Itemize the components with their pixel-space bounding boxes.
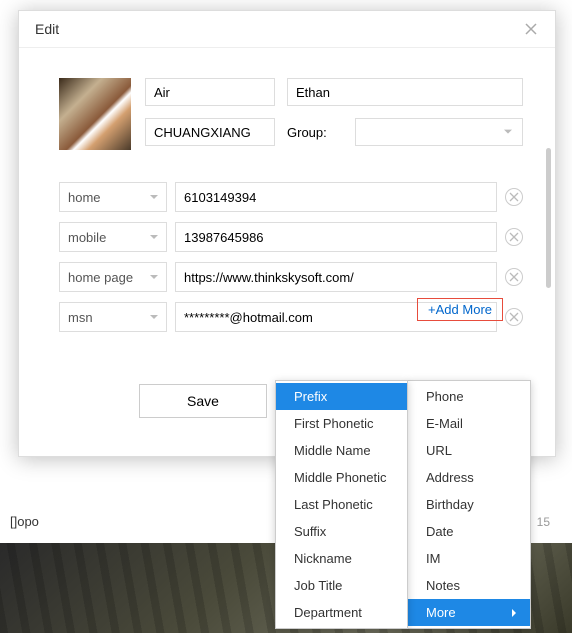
menu-item-prefix[interactable]: Prefix [276,383,407,410]
menu-item-middle-name[interactable]: Middle Name [276,437,407,464]
more-submenu: PrefixFirst PhoneticMiddle NameMiddle Ph… [275,380,408,629]
menu-item-last-phonetic[interactable]: Last Phonetic [276,491,407,518]
menu-item-first-phonetic[interactable]: First Phonetic [276,410,407,437]
company-input[interactable] [145,118,275,146]
menu-item-middle-phonetic[interactable]: Middle Phonetic [276,464,407,491]
menu-item-nickname[interactable]: Nickname [276,545,407,572]
field-row: home [59,182,523,212]
add-more-button[interactable]: +Add More [417,298,503,321]
field-type-select[interactable]: home page [59,262,167,292]
first-name-input[interactable] [145,78,275,106]
field-value-input[interactable] [175,262,497,292]
add-more-menu: PhoneE-MailURLAddressBirthdayDateIMNotes… [407,380,531,629]
field-value-input[interactable] [175,222,497,252]
field-type-select[interactable]: mobile [59,222,167,252]
delete-icon[interactable] [505,268,523,286]
delete-icon[interactable] [505,228,523,246]
field-value-input[interactable] [175,182,497,212]
delete-icon[interactable] [505,308,523,326]
menu-item-im[interactable]: IM [408,545,530,572]
delete-icon[interactable] [505,188,523,206]
menu-item-url[interactable]: URL [408,437,530,464]
field-row: mobile [59,222,523,252]
last-name-input[interactable] [287,78,523,106]
menu-item-notes[interactable]: Notes [408,572,530,599]
menu-item-address[interactable]: Address [408,464,530,491]
menu-item-date[interactable]: Date [408,518,530,545]
avatar[interactable] [59,78,131,150]
save-button[interactable]: Save [139,384,267,418]
modal-header: Edit [19,11,555,48]
contact-name: []opo [10,514,39,529]
group-select[interactable] [355,118,523,146]
field-row: home page [59,262,523,292]
menu-item-phone[interactable]: Phone [408,383,530,410]
menu-item-suffix[interactable]: Suffix [276,518,407,545]
field-type-select[interactable]: msn [59,302,167,332]
group-label: Group: [287,118,347,146]
menu-item-e-mail[interactable]: E-Mail [408,410,530,437]
contact-count: 15 [537,515,550,529]
modal-title: Edit [35,21,59,37]
menu-item-department[interactable]: Department [276,599,407,626]
menu-item-job-title[interactable]: Job Title [276,572,407,599]
menu-item-more[interactable]: More [408,599,530,626]
menu-item-birthday[interactable]: Birthday [408,491,530,518]
scrollbar[interactable] [546,148,551,328]
field-type-select[interactable]: home [59,182,167,212]
close-icon[interactable] [523,21,539,37]
